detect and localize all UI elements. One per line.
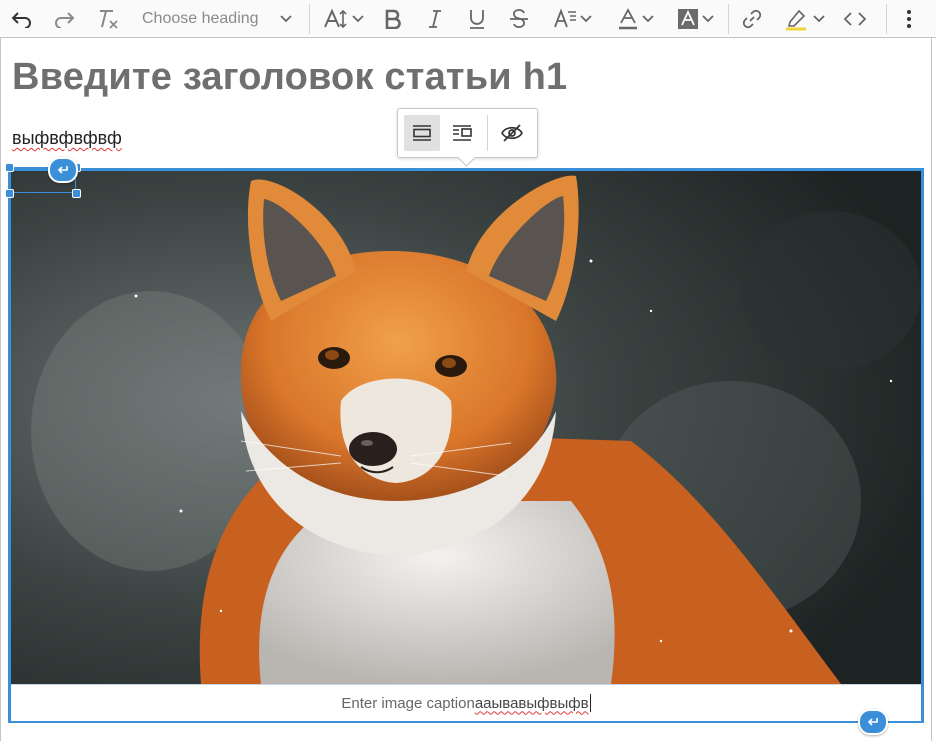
underline-button[interactable] — [464, 3, 490, 34]
undo-button[interactable] — [8, 3, 36, 34]
resize-handle-bottom-left[interactable] — [5, 189, 14, 198]
font-color-button[interactable] — [612, 3, 658, 34]
image-full-width-icon — [413, 125, 431, 141]
chevron-down-icon — [579, 14, 592, 22]
fox-image — [11, 171, 921, 684]
editor-content[interactable]: Введите заголовок статьи h1 выфвфвфвф En… — [0, 38, 932, 741]
font-color-icon — [618, 7, 637, 29]
toolbar-divider — [728, 4, 729, 34]
fox-illustration — [11, 171, 921, 684]
editor-toolbar: Choose heading — [0, 0, 936, 38]
caption-text[interactable]: аaывавыфвыфв — [475, 695, 589, 712]
article-title[interactable]: Введите заголовок статьи h1 — [12, 56, 567, 99]
toolbar-divider — [886, 4, 887, 34]
strikethrough-icon — [510, 8, 528, 28]
heading-dropdown[interactable]: Choose heading — [134, 3, 302, 34]
hide-caption-button[interactable] — [494, 115, 530, 151]
image-side-icon — [453, 125, 472, 141]
redo-icon — [55, 11, 75, 28]
underline-icon — [470, 9, 484, 29]
bold-icon — [385, 9, 401, 29]
source-code-button[interactable] — [840, 3, 870, 34]
image-toolbar-divider — [487, 115, 488, 151]
insert-paragraph-after-button[interactable] — [858, 709, 888, 735]
remove-format-icon — [100, 9, 118, 29]
source-code-icon — [843, 11, 867, 26]
font-family-button[interactable] — [548, 3, 596, 34]
image-caption[interactable]: Enter image caption аaывавыфвыфв — [11, 684, 921, 721]
link-icon — [742, 9, 762, 28]
font-family-icon — [553, 7, 576, 27]
undo-icon — [11, 11, 31, 28]
enter-arrow-icon — [867, 718, 878, 726]
chevron-down-icon — [701, 14, 714, 22]
chevron-down-icon — [280, 14, 292, 22]
more-button[interactable] — [896, 3, 922, 34]
hide-caption-icon — [501, 124, 523, 142]
toolbar-divider — [309, 4, 310, 34]
image-figure[interactable]: Enter image caption аaывавыфвыфв — [8, 168, 924, 723]
chevron-down-icon — [351, 14, 364, 22]
text-caret — [589, 694, 591, 712]
font-size-button[interactable] — [320, 3, 366, 34]
image-full-width-button[interactable] — [404, 115, 440, 151]
enter-arrow-icon — [57, 166, 68, 174]
remove-format-button[interactable] — [94, 3, 122, 34]
bold-button[interactable] — [380, 3, 406, 34]
link-button[interactable] — [738, 3, 766, 34]
chevron-down-icon — [641, 14, 654, 22]
font-size-icon — [323, 8, 347, 28]
highlight-icon — [785, 9, 806, 30]
italic-icon — [429, 9, 441, 28]
insert-paragraph-before-button[interactable] — [48, 157, 78, 183]
resize-handle-top-left[interactable] — [5, 163, 14, 172]
italic-button[interactable] — [422, 3, 448, 34]
redo-button[interactable] — [50, 3, 78, 34]
more-icon — [907, 9, 911, 28]
strikethrough-button[interactable] — [506, 3, 532, 34]
caption-placeholder: Enter image caption — [341, 694, 475, 712]
highlight-button[interactable] — [778, 3, 830, 34]
image-side-button[interactable] — [444, 115, 480, 151]
heading-dropdown-label: Choose heading — [142, 9, 259, 27]
background-color-icon — [677, 8, 698, 29]
paragraph-text[interactable]: выфвфвфвф — [12, 128, 122, 149]
image-toolbar — [397, 108, 538, 158]
resize-handle-bottom-right[interactable] — [72, 189, 81, 198]
chevron-down-icon — [812, 14, 825, 22]
background-color-button[interactable] — [672, 3, 718, 34]
